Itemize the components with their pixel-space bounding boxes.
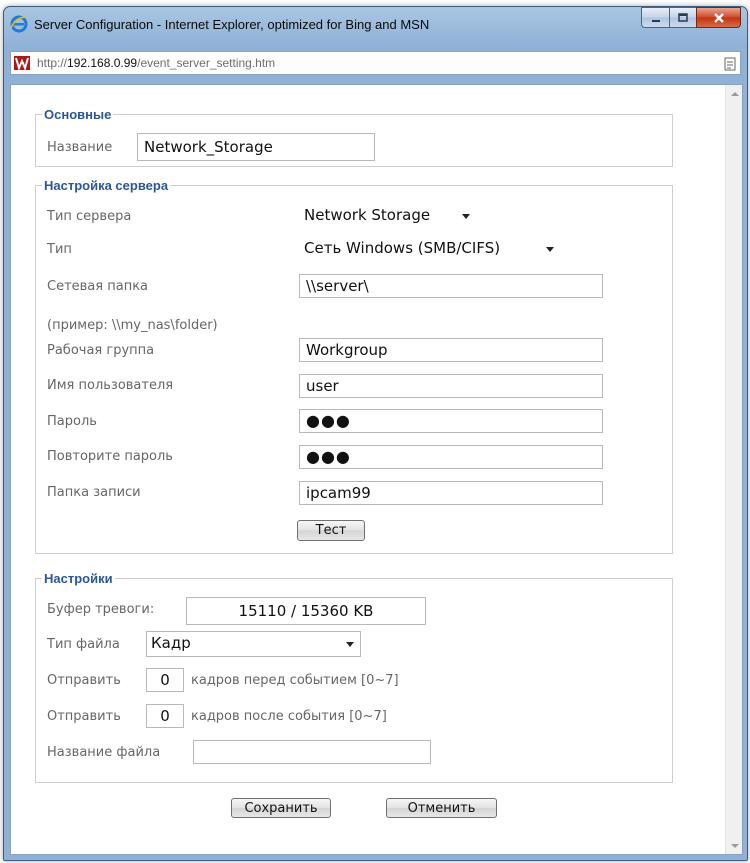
chevron-down-icon <box>546 247 554 252</box>
record-folder-input[interactable]: ipcam99 <box>299 481 603 505</box>
url-path: /event_server_setting.htm <box>137 56 276 70</box>
username-input[interactable]: user <box>299 374 603 398</box>
workgroup-input[interactable]: Workgroup <box>299 338 603 362</box>
name-label: Название <box>47 140 113 155</box>
browser-window: Server Configuration - Internet Explorer… <box>3 6 748 861</box>
scroll-down-arrow[interactable] <box>726 837 742 854</box>
name-input[interactable]: Network_Storage <box>137 133 375 161</box>
password-label: Пароль <box>47 414 97 429</box>
frames-after-text: кадров после события [0~7] <box>191 709 387 724</box>
server-type-label: Тип сервера <box>47 209 132 224</box>
network-folder-input[interactable]: \\server\ <box>299 274 603 298</box>
frames-before-input[interactable]: 0 <box>146 668 184 692</box>
url-protocol: http:// <box>37 56 68 70</box>
settings-legend: Настройки <box>44 571 113 586</box>
record-folder-label: Папка записи <box>47 485 141 500</box>
file-type-label: Тип файла <box>47 637 120 652</box>
internet-explorer-icon <box>9 14 29 34</box>
close-icon <box>713 12 724 23</box>
file-name-input[interactable] <box>193 740 431 764</box>
scroll-up-icon <box>730 91 739 96</box>
server-legend: Настройка сервера <box>44 178 169 193</box>
close-button[interactable] <box>696 7 741 28</box>
server-type-select[interactable]: Network Storage <box>299 203 477 229</box>
vertical-scrollbar[interactable] <box>725 85 742 854</box>
url-host: 192.168.0.99 <box>67 56 138 70</box>
repeat-password-label: Повторите пароль <box>47 449 173 464</box>
file-type-select[interactable]: Кадр <box>146 631 361 657</box>
send-after-label: Отправить <box>47 709 121 724</box>
cancel-button[interactable]: Отменить <box>386 798 497 818</box>
frames-after-input[interactable]: 0 <box>146 704 184 728</box>
workgroup-label: Рабочая группа <box>47 343 155 358</box>
address-bar[interactable]: http://192.168.0.99/event_server_setting… <box>10 51 741 75</box>
maximize-button[interactable] <box>669 7 696 28</box>
compatibility-view-icon[interactable] <box>724 56 736 71</box>
chevron-down-icon <box>346 642 354 647</box>
scroll-down-icon <box>730 843 739 848</box>
alarm-buffer-value: 15110 / 15360 KB <box>186 597 426 625</box>
file-type-value: Кадр <box>151 634 191 652</box>
save-button[interactable]: Сохранить <box>231 798 331 818</box>
minimize-button[interactable] <box>641 7 669 28</box>
type-value: Сеть Windows (SMB/CIFS) <box>304 239 501 257</box>
network-folder-example: (пример: \\my_nas\folder) <box>47 318 218 333</box>
minimize-icon <box>651 19 660 22</box>
type-label: Тип <box>47 242 72 257</box>
send-before-label: Отправить <box>47 673 121 688</box>
type-select[interactable]: Сеть Windows (SMB/CIFS) <box>299 236 561 262</box>
username-label: Имя пользователя <box>47 378 174 393</box>
frames-before-text: кадров перед событием [0~7] <box>191 673 399 688</box>
server-type-value: Network Storage <box>304 206 431 224</box>
window-title: Server Configuration - Internet Explorer… <box>34 16 430 32</box>
basic-legend: Основные <box>44 107 112 122</box>
scroll-up-arrow[interactable] <box>726 85 742 102</box>
repeat-password-input[interactable]: ●●● <box>299 445 603 469</box>
page-content: Основные Название Network_Storage Настро… <box>10 84 743 855</box>
password-input[interactable]: ●●● <box>299 409 603 433</box>
maximize-icon <box>678 12 688 22</box>
site-icon <box>13 55 31 71</box>
alarm-buffer-label: Буфер тревоги: <box>47 602 155 617</box>
title-bar[interactable]: Server Configuration - Internet Explorer… <box>4 7 747 41</box>
network-folder-label: Сетевая папка <box>47 279 149 294</box>
file-name-label: Название файла <box>47 745 161 760</box>
test-button[interactable]: Тест <box>297 520 365 541</box>
chevron-down-icon <box>462 214 470 219</box>
